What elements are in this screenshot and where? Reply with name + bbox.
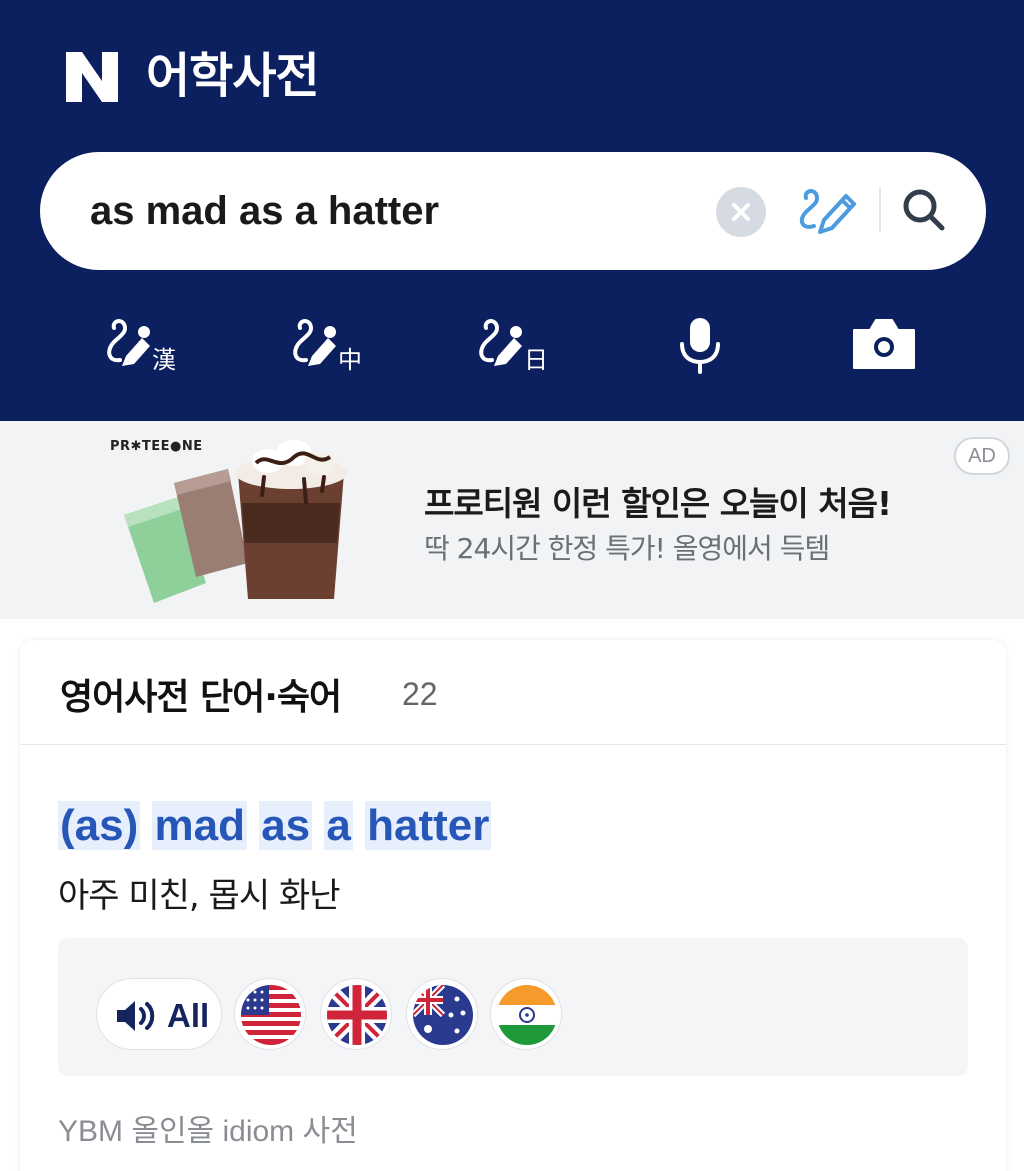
entry-word-link[interactable]: (as) mad as a hatter (58, 797, 492, 855)
app-title[interactable]: 어학사전 (146, 46, 320, 106)
entry-word-part: a (324, 801, 353, 850)
au-flag-icon (413, 985, 473, 1045)
section-title[interactable]: 영어사전 단어·숙어 (60, 668, 342, 720)
play-all-button[interactable]: All (96, 978, 222, 1050)
search-box (40, 152, 986, 270)
ad-badge[interactable]: AD (954, 437, 1010, 475)
dictionary-source[interactable]: YBM 올인올 idiom 사전 (58, 1106, 358, 1150)
clear-button[interactable] (716, 187, 766, 237)
speaker-icon (117, 1001, 155, 1031)
in-pronunciation-button[interactable] (490, 978, 562, 1050)
result-count: 22 (402, 676, 438, 712)
search-input[interactable] (90, 182, 690, 240)
au-pronunciation-button[interactable] (406, 978, 478, 1050)
camera-icon (853, 319, 915, 369)
uk-pronunciation-button[interactable] (320, 978, 392, 1050)
image-search-button[interactable] (852, 316, 932, 376)
naver-logo[interactable] (66, 52, 118, 102)
entry-meaning: 아주 미친, 몹시 화난 (58, 876, 340, 916)
header: 어학사전 漢 中 (0, 0, 1024, 421)
search-icon[interactable] (896, 182, 952, 238)
us-flag-icon (241, 985, 301, 1045)
entry-word-part: mad (152, 801, 247, 850)
entry-word-part: hatter (365, 801, 492, 850)
japanese-glyph: 日 (524, 346, 548, 374)
in-flag-icon (497, 985, 557, 1045)
microphone-icon (680, 318, 720, 374)
us-pronunciation-button[interactable] (234, 978, 306, 1050)
japanese-pen-icon: 日 (479, 319, 548, 374)
ad-product-image (124, 440, 347, 603)
hanja-glyph: 漢 (152, 346, 176, 374)
entry-word-part: as (259, 801, 313, 850)
chinese-handwriting-button[interactable]: 中 (292, 316, 372, 376)
search-divider (879, 188, 881, 232)
section-divider (20, 744, 1006, 745)
voice-search-button[interactable] (664, 316, 744, 376)
chinese-pen-icon: 中 (293, 319, 362, 374)
pronunciation-panel: All (58, 938, 968, 1076)
uk-flag-icon (327, 985, 387, 1045)
chinese-glyph: 中 (338, 346, 362, 374)
japanese-handwriting-button[interactable]: 日 (478, 316, 558, 376)
ad-banner[interactable]: PR✱TEE●NE 프로티원 이런 할인은 오늘이 처음! 딱 24시간 한정 … (0, 421, 1024, 619)
close-icon (732, 203, 750, 221)
handwriting-pen-icon[interactable] (796, 184, 860, 240)
hanja-pen-icon: 漢 (107, 319, 176, 374)
ad-subtext[interactable]: 딱 24시간 한정 특가! 올영에서 득템 (424, 527, 830, 567)
ad-headline[interactable]: 프로티원 이런 할인은 오늘이 처음! (424, 477, 892, 525)
entry-word-part: (as) (58, 801, 141, 850)
play-all-label: All (167, 997, 210, 1034)
dictionary-result-card: 영어사전 단어·숙어 22 (as) mad as a hatter 아주 미친… (20, 640, 1006, 1171)
ad-brand-logo: PR✱TEE●NE (110, 439, 203, 454)
hanja-handwriting-button[interactable]: 漢 (106, 316, 186, 376)
